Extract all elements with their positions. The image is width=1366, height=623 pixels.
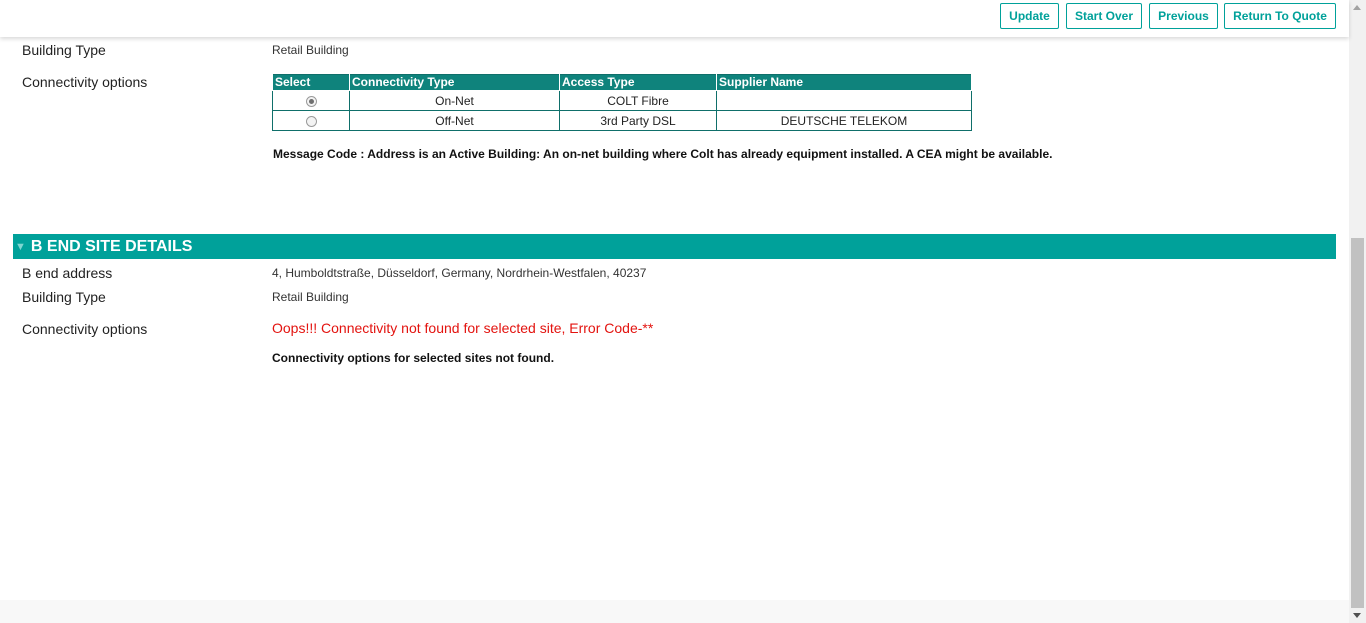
footer-band	[0, 600, 1349, 623]
return-to-quote-button[interactable]: Return To Quote	[1224, 3, 1336, 29]
access-type-cell: COLT Fibre	[559, 90, 717, 111]
b-end-section-header[interactable]: ▼ B END SITE DETAILS	[13, 234, 1336, 259]
b-end-address-value: 4, Humboldtstraße, Düsseldorf, Germany, …	[272, 266, 647, 280]
supplier-name-cell: DEUTSCHE TELEKOM	[716, 110, 972, 131]
column-header-supplier-name: Supplier Name	[716, 74, 972, 91]
radio-on-net[interactable]	[305, 95, 317, 107]
vertical-scrollbar[interactable]	[1349, 0, 1366, 623]
select-cell	[272, 90, 350, 111]
connectivity-table: Select Connectivity Type Access Type Sup…	[272, 74, 972, 131]
update-button[interactable]: Update	[1000, 3, 1059, 29]
previous-button[interactable]: Previous	[1149, 3, 1218, 29]
scrollbar-thumb[interactable]	[1351, 238, 1364, 608]
connectivity-not-found-text: Connectivity options for selected sites …	[272, 351, 555, 365]
connectivity-error-message: Oops!!! Connectivity not found for selec…	[272, 320, 654, 336]
table-header-row: Select Connectivity Type Access Type Sup…	[272, 74, 972, 91]
b-end-building-type-label: Building Type	[22, 289, 106, 305]
page: Update Start Over Previous Return To Quo…	[0, 0, 1366, 623]
a-end-connectivity-label: Connectivity options	[22, 74, 148, 90]
supplier-name-cell	[716, 90, 972, 111]
column-header-select: Select	[272, 74, 350, 91]
scroll-up-icon[interactable]	[1353, 5, 1361, 10]
select-cell	[272, 110, 350, 131]
connectivity-type-cell: Off-Net	[349, 110, 560, 131]
access-type-cell: 3rd Party DSL	[559, 110, 717, 131]
radio-off-net[interactable]	[305, 115, 317, 127]
message-code: Message Code : Address is an Active Buil…	[273, 147, 1053, 161]
table-row: Off-Net 3rd Party DSL DEUTSCHE TELEKOM	[272, 110, 972, 131]
table-row: On-Net COLT Fibre	[272, 90, 972, 111]
scroll-down-icon[interactable]	[1353, 613, 1361, 618]
column-header-access-type: Access Type	[559, 74, 717, 91]
b-end-address-label: B end address	[22, 265, 113, 281]
b-end-connectivity-label: Connectivity options	[22, 321, 148, 337]
top-toolbar: Update Start Over Previous Return To Quo…	[0, 0, 1349, 37]
a-end-building-type-value: Retail Building	[272, 43, 349, 57]
start-over-button[interactable]: Start Over	[1066, 3, 1142, 29]
b-end-building-type-value: Retail Building	[272, 290, 349, 304]
b-end-section-title: B END SITE DETAILS	[30, 237, 193, 255]
column-header-connectivity-type: Connectivity Type	[349, 74, 560, 91]
a-end-building-type-label: Building Type	[22, 42, 106, 58]
connectivity-type-cell: On-Net	[349, 90, 560, 111]
collapse-arrow-icon[interactable]: ▼	[15, 241, 26, 253]
